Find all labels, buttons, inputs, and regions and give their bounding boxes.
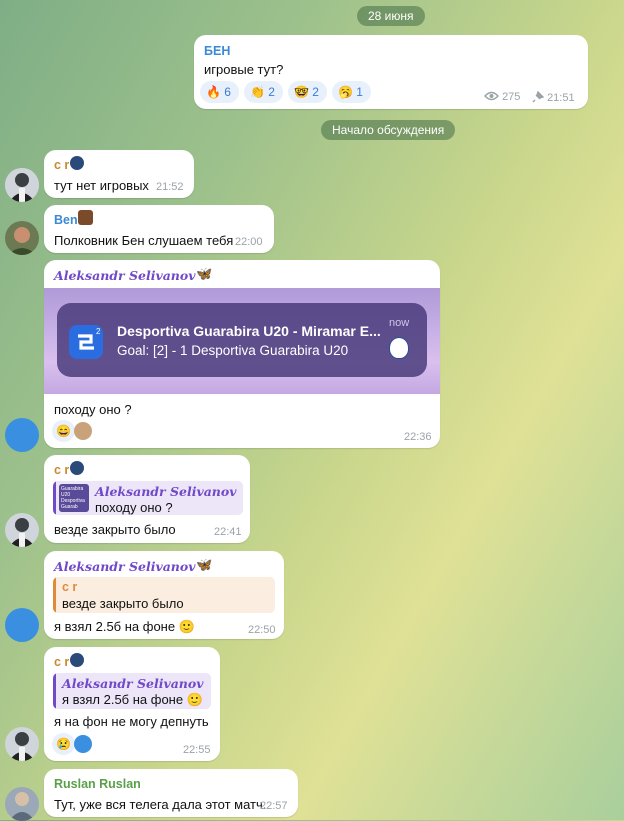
author-name[interactable]: Aleksandr Selivanov bbox=[54, 268, 196, 283]
team-crest-icon bbox=[389, 337, 409, 359]
reactor-avatar[interactable] bbox=[74, 422, 92, 440]
message-text: я на фон не могу депнуть bbox=[54, 714, 209, 729]
reaction-count: 2 bbox=[268, 85, 275, 99]
message-time: 21:52 bbox=[156, 181, 184, 193]
message-text: Тут, уже вся телега дала этот матч. bbox=[54, 797, 267, 812]
reaction-count: 6 bbox=[224, 85, 231, 99]
reactor-avatar[interactable] bbox=[74, 735, 92, 753]
channel-post-text: игровые тут? bbox=[204, 62, 284, 77]
message-bubble[interactable]: Ruslan Ruslan Тут, уже вся телега дала э… bbox=[44, 769, 298, 817]
author-name[interactable]: Ruslan Ruslan bbox=[54, 777, 141, 791]
badge-icon bbox=[70, 653, 84, 667]
author-name[interactable]: c r bbox=[54, 463, 69, 477]
author-name[interactable]: c r bbox=[54, 158, 69, 172]
avatar[interactable] bbox=[5, 787, 39, 821]
badge-icon bbox=[78, 210, 93, 225]
reply-author: Aleksandr Selivanov bbox=[95, 484, 237, 499]
avatar[interactable] bbox=[5, 168, 39, 202]
crying-face-icon: 😢 bbox=[56, 737, 71, 751]
message-time: 22:55 bbox=[183, 744, 211, 756]
message-time: 22:50 bbox=[248, 624, 276, 636]
notification-body: Goal: [2] - 1 Desportiva Guarabira U20 bbox=[117, 343, 349, 358]
avatar[interactable] bbox=[5, 513, 39, 547]
author-name[interactable]: c r bbox=[54, 655, 69, 669]
avatar[interactable] bbox=[5, 608, 39, 642]
discussion-start-separator: Начало обсуждения bbox=[321, 120, 456, 140]
fire-icon: 🔥 bbox=[206, 85, 221, 99]
message-bubble[interactable]: Aleksandr Selivanov 🦋 c r везде закрыто … bbox=[44, 551, 284, 639]
message-bubble[interactable]: Ben Полковник Бен слушаем тебя 22:00 bbox=[44, 205, 274, 253]
reply-text: везде закрыто было bbox=[62, 596, 184, 611]
notification-title: Desportiva Guarabira U20 - Miramar E... bbox=[117, 323, 381, 339]
person-avatar-icon bbox=[5, 787, 39, 821]
reaction-clap[interactable]: 👏 2 bbox=[244, 81, 283, 103]
message-bubble[interactable]: c r тут нет игровых 21:52 bbox=[44, 150, 194, 198]
reaction-sad[interactable]: 😢 bbox=[52, 733, 75, 755]
date-separator: 28 июня bbox=[357, 6, 425, 26]
person-avatar-icon bbox=[5, 513, 39, 547]
reaction-yawn[interactable]: 🥱 1 bbox=[332, 81, 371, 103]
author-name[interactable]: Aleksandr Selivanov bbox=[54, 559, 196, 574]
avatar[interactable] bbox=[5, 418, 39, 452]
message-bubble[interactable]: c r Aleksandr Selivanov я взял 2.5б на ф… bbox=[44, 647, 220, 761]
author-name[interactable]: Ben bbox=[54, 213, 78, 227]
svg-text:2: 2 bbox=[96, 327, 101, 336]
pin-icon bbox=[532, 90, 545, 103]
reaction-nerd[interactable]: 🤓 2 bbox=[288, 81, 327, 103]
views-indicator: 275 bbox=[484, 91, 520, 103]
reply-text: походу оно ? bbox=[95, 500, 173, 515]
butterfly-icon: 🦋 bbox=[196, 266, 213, 281]
post-time: 21:51 bbox=[532, 90, 575, 104]
message-text: везде закрыто было bbox=[54, 522, 176, 537]
avatar[interactable] bbox=[5, 221, 39, 255]
message-bubble[interactable]: Aleksandr Selivanov 🦋 2 Desportiva Guara… bbox=[44, 260, 440, 448]
reaction-count: 2 bbox=[312, 85, 319, 99]
reaction-fire[interactable]: 🔥 6 bbox=[200, 81, 239, 103]
message-bubble[interactable]: c r Guarabira U20 Desportiva Guarab Alek… bbox=[44, 455, 250, 543]
person-avatar-icon bbox=[5, 221, 39, 255]
reply-quote[interactable]: c r везде закрыто было bbox=[53, 577, 275, 613]
badge-icon bbox=[70, 156, 84, 170]
butterfly-icon: 🦋 bbox=[196, 557, 213, 572]
channel-post-bubble[interactable]: БЕН игровые тут? 🔥 6 👏 2 🤓 2 🥱 1 275 21:… bbox=[194, 35, 588, 109]
message-text: Полковник Бен слушаем тебя bbox=[54, 233, 234, 248]
message-time: 22:41 bbox=[214, 526, 242, 538]
eye-icon bbox=[484, 91, 499, 101]
channel-post-author[interactable]: БЕН bbox=[204, 44, 230, 58]
clap-icon: 👏 bbox=[250, 85, 265, 99]
message-text: тут нет игровых bbox=[54, 178, 149, 193]
badge-icon bbox=[70, 461, 84, 475]
notification-screenshot[interactable]: 2 Desportiva Guarabira U20 - Miramar E..… bbox=[44, 288, 440, 394]
reply-text: я взял 2.5б на фоне 🙂 bbox=[62, 692, 203, 707]
message-time: 22:00 bbox=[235, 236, 263, 248]
grinning-face-icon: 😄 bbox=[56, 424, 71, 438]
views-count: 275 bbox=[502, 91, 521, 103]
message-time: 22:36 bbox=[404, 431, 432, 443]
reply-author: Aleksandr Selivanov bbox=[62, 676, 204, 691]
reaction-grin[interactable]: 😄 bbox=[52, 420, 75, 442]
message-text: походу оно ? bbox=[54, 402, 132, 417]
notification-card[interactable]: 2 Desportiva Guarabira U20 - Miramar E..… bbox=[57, 303, 427, 377]
notification-time: now bbox=[389, 317, 410, 329]
reaction-count: 1 bbox=[356, 85, 363, 99]
person-avatar-icon bbox=[5, 727, 39, 761]
reply-thumbnail: Guarabira U20 Desportiva Guarab bbox=[59, 484, 89, 512]
message-time: 22:57 bbox=[260, 800, 288, 812]
reply-author: c r bbox=[62, 580, 78, 594]
app-icon: 2 bbox=[69, 325, 103, 359]
person-avatar-icon bbox=[5, 168, 39, 202]
nerd-face-icon: 🤓 bbox=[294, 85, 309, 99]
reply-quote[interactable]: Guarabira U20 Desportiva Guarab Aleksand… bbox=[53, 481, 243, 515]
avatar[interactable] bbox=[5, 727, 39, 761]
reply-quote[interactable]: Aleksandr Selivanov я взял 2.5б на фоне … bbox=[53, 673, 211, 709]
time-value: 21:51 bbox=[547, 92, 575, 104]
yawning-face-icon: 🥱 bbox=[338, 85, 353, 99]
message-text: я взял 2.5б на фоне 🙂 bbox=[54, 619, 195, 634]
